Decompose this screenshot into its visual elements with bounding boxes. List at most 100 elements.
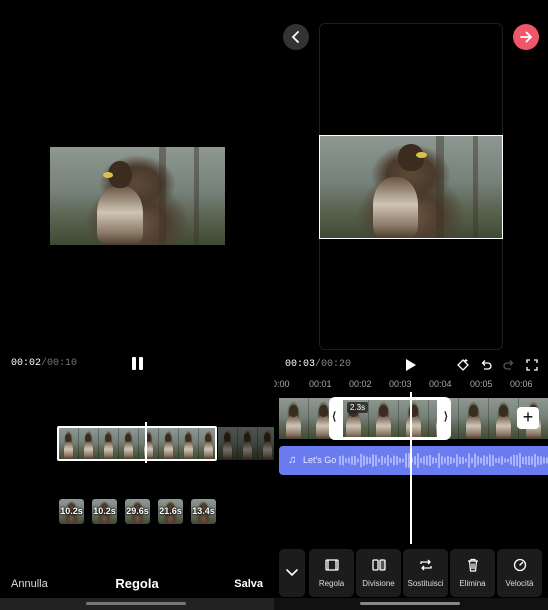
waveform-bar: [342, 455, 344, 466]
playback-controls: 00:03/00:20: [274, 356, 548, 374]
waveform-bar: [510, 456, 512, 465]
speed-preset-chip[interactable]: 29.6s: [125, 499, 150, 524]
waveform-bar: [348, 457, 350, 464]
undo-button[interactable]: [479, 358, 493, 372]
filmstrip-frame: [159, 428, 179, 459]
chevron-down-icon: [286, 569, 298, 577]
waveform-bar: [450, 457, 452, 464]
fullscreen-icon: [526, 359, 538, 371]
waveform-bar: [363, 455, 365, 466]
back-button[interactable]: [283, 24, 309, 50]
waveform-bar: [444, 457, 446, 464]
waveform-bar: [417, 453, 419, 468]
waveform-bar: [393, 455, 395, 466]
waveform-bar: [378, 458, 380, 463]
play-button[interactable]: [405, 358, 417, 377]
total-time: 00:20: [321, 359, 352, 370]
tool-delete[interactable]: Elimina: [450, 549, 495, 597]
redo-icon: [503, 360, 514, 370]
canvas-image[interactable]: [319, 135, 503, 239]
waveform-bar: [366, 456, 368, 465]
ruler-tick: 00:01: [309, 379, 332, 389]
playhead[interactable]: [145, 422, 147, 463]
speed-preset-chip[interactable]: 10.2s: [92, 499, 117, 524]
tool-speed[interactable]: Velocità: [497, 549, 542, 597]
speed-icon: [513, 558, 526, 572]
waveform-bar: [357, 458, 359, 463]
waveform-bar: [495, 458, 497, 463]
add-clip-button[interactable]: +: [517, 407, 539, 429]
audio-track[interactable]: ♫ Let's Go: [279, 446, 548, 475]
current-time: 00:02: [11, 358, 42, 369]
waveform-bar: [441, 456, 443, 465]
panel-title: Regola: [115, 576, 159, 591]
waveform-bar: [498, 457, 500, 464]
current-time: 00:03: [285, 359, 316, 370]
total-time: 00:10: [47, 358, 78, 369]
waveform-bar: [480, 457, 482, 464]
playback-time: 00:03/00:20: [285, 359, 352, 370]
trim-handle-right[interactable]: ⟩: [444, 410, 448, 423]
playhead[interactable]: [410, 392, 412, 544]
speed-preset-chip[interactable]: 10.2s: [59, 499, 84, 524]
next-button[interactable]: [513, 24, 539, 50]
waveform-bar: [465, 458, 467, 463]
waveform-bar: [432, 457, 434, 464]
filmstrip-outside-selection: [218, 427, 274, 460]
filmstrip-frame: [79, 428, 99, 459]
waveform-bar: [453, 458, 455, 463]
waveform-bar: [483, 455, 485, 466]
waveform-bar: [381, 456, 383, 465]
waveform-bar: [519, 453, 521, 468]
speed-preset-chip[interactable]: 21.6s: [158, 499, 183, 524]
fullscreen-button[interactable]: [525, 358, 539, 372]
waveform-bar: [426, 455, 428, 466]
waveform-bar: [402, 458, 404, 463]
tool-replace[interactable]: Sostituisci: [403, 549, 448, 597]
ruler-tick: 00:02: [349, 379, 372, 389]
redo-button[interactable]: [502, 358, 516, 372]
play-icon: [406, 359, 416, 371]
waveform-bar: [369, 457, 371, 464]
trim-panel: 00:02/00:10 10.2s 10.2s 29.6s 21.6s 13.4…: [0, 0, 274, 610]
waveform-bar: [390, 458, 392, 463]
waveform-bar: [423, 456, 425, 465]
home-indicator[interactable]: [86, 602, 186, 605]
waveform-bar: [489, 454, 491, 467]
waveform-bar: [471, 457, 473, 464]
tool-split[interactable]: Divisione: [356, 549, 401, 597]
audio-waveform: [339, 453, 548, 468]
filmstrip-frame: [459, 398, 489, 439]
timeline-ruler: 0:00 00:01 00:02 00:03 00:04 00:05 00:06: [274, 379, 548, 391]
waveform-bar: [375, 455, 377, 466]
filmstrip-frame: [179, 428, 199, 459]
edit-toolbar: Regola Divisione Sostituisci Elimina Vel…: [274, 549, 548, 597]
waveform-bar: [525, 456, 527, 465]
filmstrip-frame: [99, 428, 119, 459]
filmstrip-frame: [238, 427, 258, 460]
collapse-toolbar-button[interactable]: [279, 549, 305, 597]
waveform-bar: [456, 454, 458, 467]
tool-trim[interactable]: Regola: [309, 549, 354, 597]
speed-preset-chip[interactable]: 13.4s: [191, 499, 216, 524]
save-button[interactable]: Salva: [234, 578, 263, 590]
keyframe-button[interactable]: [456, 358, 470, 372]
bottom-action-bar: Annulla Regola Salva: [0, 574, 274, 594]
speed-presets: 10.2s 10.2s 29.6s 21.6s 13.4s: [59, 499, 216, 524]
waveform-bar: [384, 457, 386, 464]
waveform-bar: [429, 454, 431, 467]
pause-button[interactable]: [132, 357, 144, 370]
editor-panel: 00:03/00:20 0:00 00:01 00:02 00:03 00:04…: [274, 0, 548, 610]
clip-duration-badge: 2.3s: [347, 402, 369, 413]
waveform-bar: [372, 454, 374, 467]
chevron-left-icon: [291, 31, 299, 43]
home-indicator[interactable]: [360, 602, 460, 605]
tool-label: Regola: [318, 579, 345, 588]
trim-handle-left[interactable]: ⟨: [332, 410, 336, 423]
arrow-right-icon: [520, 31, 532, 43]
waveform-bar: [351, 456, 353, 465]
system-nav-bar: [274, 598, 548, 610]
trim-filmstrip[interactable]: [57, 426, 217, 461]
ruler-tick: 0:00: [274, 379, 290, 389]
waveform-bar: [345, 458, 347, 463]
